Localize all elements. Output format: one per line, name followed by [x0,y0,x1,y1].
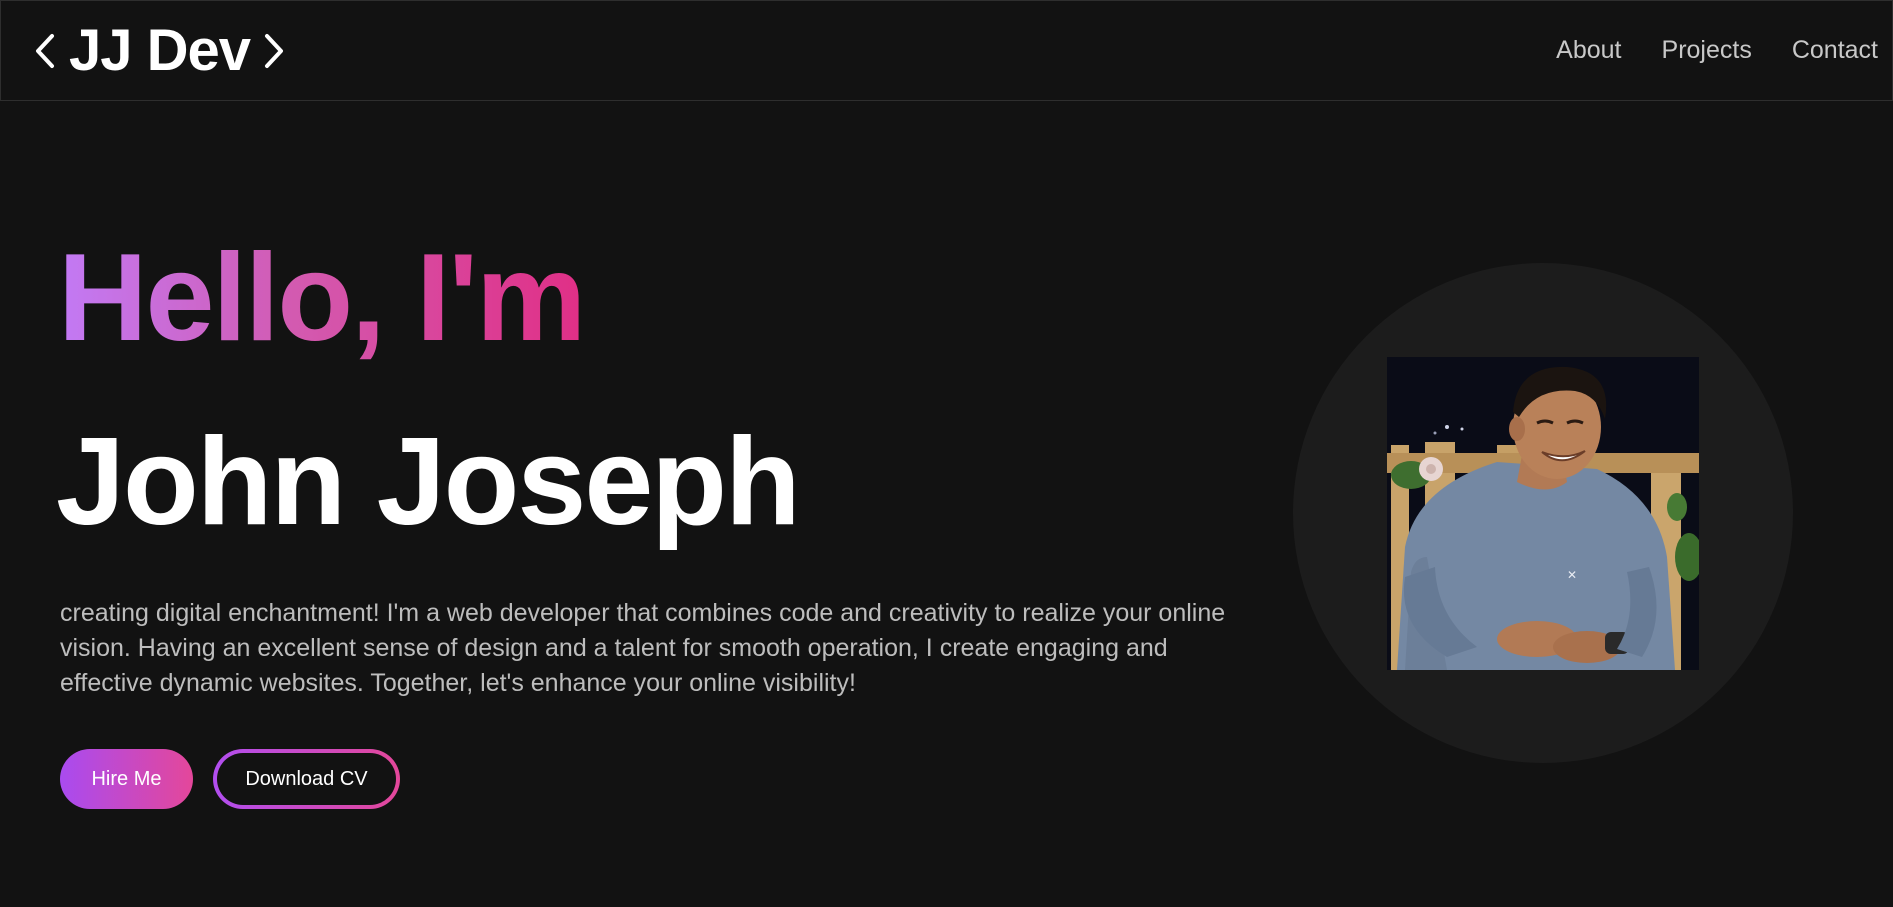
chevron-left-icon [36,33,54,68]
avatar-photo: ✕ [1387,357,1699,670]
brand-name: JJ Dev [69,18,251,83]
navbar: JJ Dev About Projects Contact [0,0,1893,101]
nav-link-about[interactable]: About [1556,36,1621,65]
svg-text:✕: ✕ [1567,568,1577,582]
download-cv-button[interactable]: Download CV [213,749,400,809]
hire-me-button[interactable]: Hire Me [60,749,193,809]
hero-buttons: Hire Me Download CV [60,749,400,809]
nav-link-contact[interactable]: Contact [1792,36,1878,65]
hero-description: creating digital enchantment! I'm a web … [60,599,1226,697]
chevron-right-icon [265,33,284,68]
profile-photo-illustration: ✕ [1387,357,1699,670]
hero-name: John Joseph [56,413,801,551]
nav-links: About Projects Contact [1556,36,1878,65]
nav-link-projects[interactable]: Projects [1662,36,1752,65]
brand-logo[interactable]: JJ Dev [33,17,286,84]
hero-greeting: Hello, I'm [58,229,586,367]
